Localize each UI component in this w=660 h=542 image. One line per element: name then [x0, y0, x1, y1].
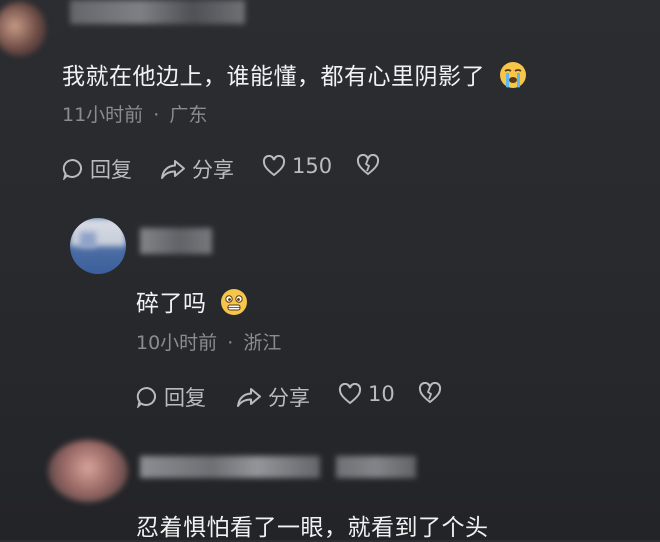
comment-time: 10小时前 [136, 332, 218, 354]
reply-button[interactable]: 回复 [62, 154, 132, 184]
share-arrow-icon [237, 388, 261, 407]
comment-location: 广东 [169, 104, 208, 126]
username-blurred[interactable] [70, 0, 245, 24]
comment-text: 碎了吗 [136, 284, 248, 322]
like-count: 150 [292, 154, 333, 178]
comment-text: 忍着惧怕看了一眼，就看到了个头 [136, 515, 489, 541]
comment-meta: 10小时前 · 浙江 [136, 328, 281, 355]
username-blurred[interactable] [140, 456, 320, 478]
comment-bubble-icon [62, 158, 82, 180]
share-arrow-icon [161, 160, 185, 179]
dislike-button[interactable] [418, 382, 442, 404]
meta-separator: · [227, 332, 234, 354]
dislike-button[interactable] [356, 154, 380, 176]
reply-button[interactable]: 回复 [136, 382, 206, 412]
broken-heart-icon [418, 382, 442, 404]
like-button[interactable]: 10 [338, 382, 395, 406]
avatar[interactable] [0, 2, 46, 56]
comment-meta: 11小时前 · 广东 [62, 100, 207, 127]
comment-location: 浙江 [243, 332, 282, 354]
avatar[interactable] [48, 440, 128, 502]
grimacing-face-emoji [220, 288, 248, 322]
broken-heart-icon [356, 154, 380, 176]
comment-bubble-icon [136, 386, 156, 408]
share-button[interactable]: 分享 [160, 154, 234, 184]
username-badge-blurred [336, 456, 416, 478]
meta-separator: · [153, 104, 160, 126]
crying-face-emoji [499, 61, 527, 95]
comment-text: 我就在他边上，谁能懂，都有心里阴影了 [62, 57, 527, 95]
comment-time: 11小时前 [62, 104, 144, 126]
share-button[interactable]: 分享 [236, 382, 310, 412]
avatar[interactable] [70, 218, 126, 274]
like-button[interactable]: 150 [262, 154, 332, 178]
heart-icon [338, 383, 362, 405]
username-blurred[interactable] [140, 228, 212, 254]
heart-icon [262, 155, 286, 177]
like-count: 10 [368, 382, 395, 406]
